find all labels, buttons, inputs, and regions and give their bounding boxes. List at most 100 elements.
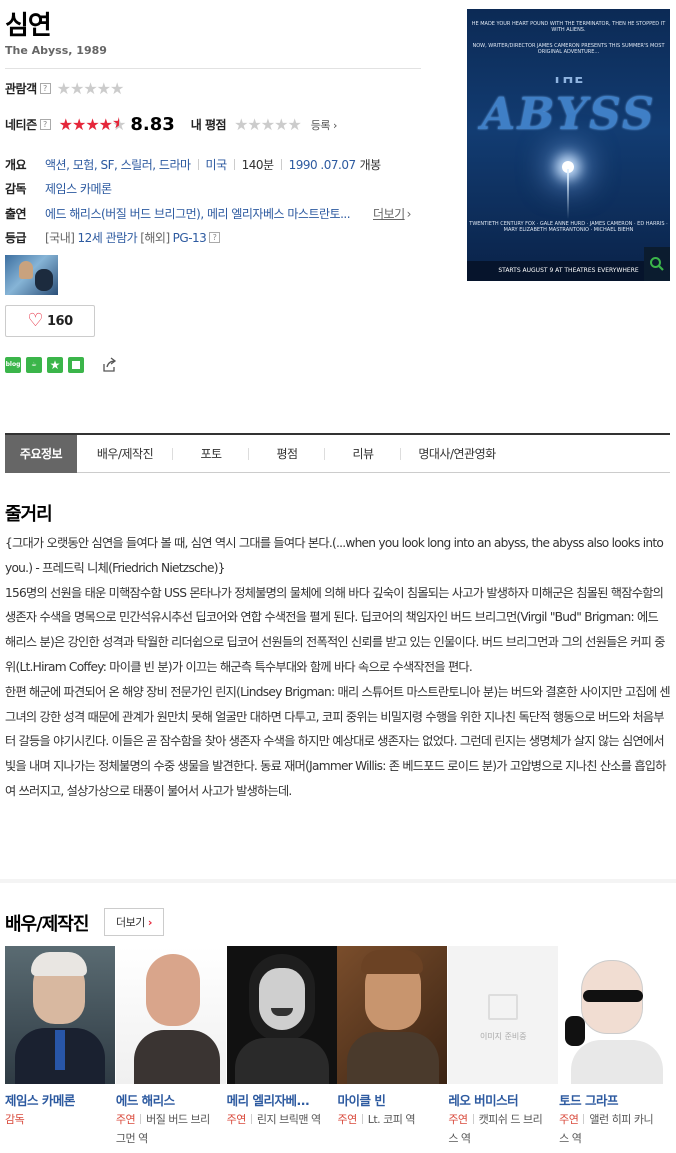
runtime: 140분	[241, 158, 274, 172]
tab-quotes-related[interactable]: 명대사/연관영화	[401, 435, 513, 473]
poster-tagline: HE MADE YOUR HEART POUND WITH THE TERMIN…	[471, 21, 666, 33]
tab-cast-crew[interactable]: 배우/제작진	[77, 435, 173, 473]
help-icon[interactable]: ?	[39, 83, 51, 94]
cafe-share-icon[interactable]: ☕	[26, 357, 42, 373]
audience-stars: ★★★★★	[56, 78, 125, 98]
like-count: 160	[47, 313, 73, 329]
person-role: 주연 캣피쉬 드 브리스 역	[448, 1113, 543, 1145]
register-rating-link[interactable]: 등록 ›	[311, 117, 338, 133]
poster-title: ABYSS	[481, 89, 656, 140]
genre-link[interactable]: SF	[100, 158, 114, 172]
person-role: 감독	[5, 1113, 25, 1126]
search-icon	[650, 257, 664, 271]
audience-label: 관람객	[5, 82, 37, 96]
share-bar: blog ☕ ★	[5, 357, 117, 373]
cast-card[interactable]: 제임스 카메론 감독	[5, 946, 116, 1148]
cast-card[interactable]: 마이클 빈 주연 Lt. 코피 역	[337, 946, 448, 1148]
cast-card[interactable]: 토드 그라프 주연 앨런 히피 카니스 역	[559, 946, 670, 1148]
netizen-score: 8.83	[130, 114, 175, 135]
cast-section-heading: 배우/제작진	[5, 914, 89, 935]
release-suffix: 개봉	[359, 158, 382, 172]
bookmark-star-icon[interactable]: ★	[47, 357, 63, 373]
person-role: 주연 버질 버드 브리그먼 역	[115, 1113, 210, 1145]
netizen-label: 네티즌	[5, 118, 37, 132]
image-placeholder-icon	[488, 994, 519, 1020]
genre-link[interactable]: 모험	[73, 156, 95, 173]
netizen-rating-row: 네티즌 ? ★★★★★ 8.83 내 평점 ★★★★★ 등록 ›	[5, 114, 337, 135]
square-share-icon[interactable]	[68, 357, 84, 373]
person-role: 주연 앨런 히피 카니스 역	[559, 1113, 654, 1145]
poster-credits: TWENTIETH CENTURY FOX · GALE ANNE HURD ·…	[469, 221, 668, 233]
person-role: 주연 린지 브릭맨 역	[226, 1113, 321, 1126]
cast-links[interactable]: 에드 해리스(버질 버드 브리그먼), 메리 엘리자베스 마스트란토...	[45, 205, 367, 222]
country-link[interactable]: 미국	[206, 156, 228, 173]
synopsis-heading: 줄거리	[5, 504, 53, 525]
person-name[interactable]: 제임스 카메론	[5, 1090, 110, 1109]
summary-label: 개요	[5, 158, 27, 172]
person-photo[interactable]	[337, 946, 448, 1084]
tab-photo[interactable]: 포토	[173, 435, 249, 473]
grade-kr-link[interactable]: 12세 관람가	[77, 229, 137, 246]
netizen-stars: ★★★★★	[59, 116, 127, 133]
grade-kr-prefix: [국내]	[45, 231, 75, 245]
director-label: 감독	[5, 182, 27, 196]
person-photo[interactable]	[559, 946, 670, 1084]
tab-reviews[interactable]: 리뷰	[325, 435, 401, 473]
poster-bottom-bar: STARTS AUGUST 9 AT THEATRES EVERYWHERE	[467, 261, 670, 281]
tab-ratings[interactable]: 평점	[249, 435, 325, 473]
genre-link[interactable]: 스릴러	[121, 156, 153, 173]
person-photo[interactable]	[115, 946, 226, 1084]
director-link[interactable]: 제임스 카메론	[45, 180, 112, 197]
synopsis-paragraph: 한편 해군에 파견되어 온 해양 장비 전문가인 린지(Lindsey Brig…	[5, 684, 671, 798]
tab-main-info[interactable]: 주요정보	[5, 435, 77, 473]
like-button[interactable]: ♡ 160	[5, 305, 95, 337]
poster-tagline: NOW, WRITER/DIRECTOR JAMES CAMERON PRESE…	[472, 43, 665, 55]
cast-card[interactable]: 에드 해리스 주연 버질 버드 브리그먼 역	[115, 946, 227, 1148]
synopsis-paragraph: 156명의 선원을 태운 미핵잠수함 USS 몬타나가 정체불명의 물체에 의해…	[5, 585, 665, 674]
person-name[interactable]: 메리 엘리자베...	[227, 1090, 332, 1109]
cast-row: 출연 에드 해리스(버질 버드 브리그먼), 메리 엘리자베스 마스트란토...…	[5, 205, 411, 222]
movie-subtitle: The Abyss, 1989	[5, 44, 107, 57]
share-icon[interactable]	[101, 357, 117, 373]
cast-card[interactable]: 이미지 준비중 레오 버미스터 주연 캣피쉬 드 브리스 역	[448, 946, 559, 1148]
zoom-button[interactable]	[644, 247, 670, 281]
person-name[interactable]: 에드 해리스	[116, 1090, 221, 1109]
synopsis-quote: {그대가 오랫동안 심연을 들여다 볼 때, 심연 역시 그대를 들여다 본다.…	[5, 536, 664, 575]
section-divider	[0, 879, 676, 883]
person-name[interactable]: 토드 그라프	[559, 1090, 664, 1109]
director-row: 감독 제임스 카메론	[5, 180, 112, 197]
summary-row: 개요 액션, 모험, SF, 스릴러, 드라마 미국 140분 1990 .07…	[5, 156, 382, 173]
cast-label: 출연	[5, 207, 27, 221]
blog-share-icon[interactable]: blog	[5, 357, 21, 373]
cast-more-button[interactable]: 더보기 ›	[104, 908, 164, 936]
genre-link[interactable]: 드라마	[159, 156, 191, 173]
movie-poster[interactable]: HE MADE YOUR HEART POUND WITH THE TERMIN…	[467, 9, 670, 281]
synopsis-text: {그대가 오랫동안 심연을 들여다 볼 때, 심연 역시 그대를 들여다 본다.…	[5, 531, 671, 804]
no-image-text: 이미지 준비중	[479, 1032, 527, 1041]
person-name[interactable]: 마이클 빈	[337, 1090, 442, 1109]
release-date-link[interactable]: 1990 .07.07	[289, 158, 357, 172]
audience-rating-row: 관람객 ? ★★★★★	[5, 78, 125, 98]
cast-card[interactable]: 메리 엘리자베... 주연 린지 브릭맨 역	[226, 946, 338, 1148]
person-role: 주연 Lt. 코피 역	[337, 1113, 416, 1126]
my-rating-label: 내 평점	[190, 118, 227, 132]
movie-title: 심연	[5, 11, 52, 41]
my-rating-stars[interactable]: ★★★★★	[234, 116, 302, 133]
photo-thumbnail[interactable]	[5, 255, 58, 295]
grade-intl-link[interactable]: PG-13	[173, 231, 207, 245]
no-image-placeholder[interactable]: 이미지 준비중	[448, 946, 559, 1084]
person-photo[interactable]	[5, 946, 115, 1084]
help-icon[interactable]: ?	[39, 119, 51, 130]
cast-more-link[interactable]: 더보기	[373, 205, 405, 222]
divider	[5, 68, 421, 69]
grade-row: 등급 [국내] 12세 관람가 [해외] PG-13 ?	[5, 229, 221, 246]
poster-title-prefix: THE	[467, 77, 670, 83]
help-icon[interactable]: ?	[209, 232, 221, 243]
cast-list: 제임스 카메론 감독 에드 해리스 주연 버질 버드 브리그먼 역 메리 엘리자베…	[5, 946, 670, 1148]
person-photo[interactable]	[226, 946, 337, 1084]
grade-label: 등급	[5, 231, 27, 245]
genre-link[interactable]: 액션	[45, 156, 67, 173]
person-name[interactable]: 레오 버미스터	[448, 1090, 553, 1109]
heart-icon: ♡	[27, 310, 43, 331]
grade-intl-prefix: [해외]	[140, 231, 170, 245]
